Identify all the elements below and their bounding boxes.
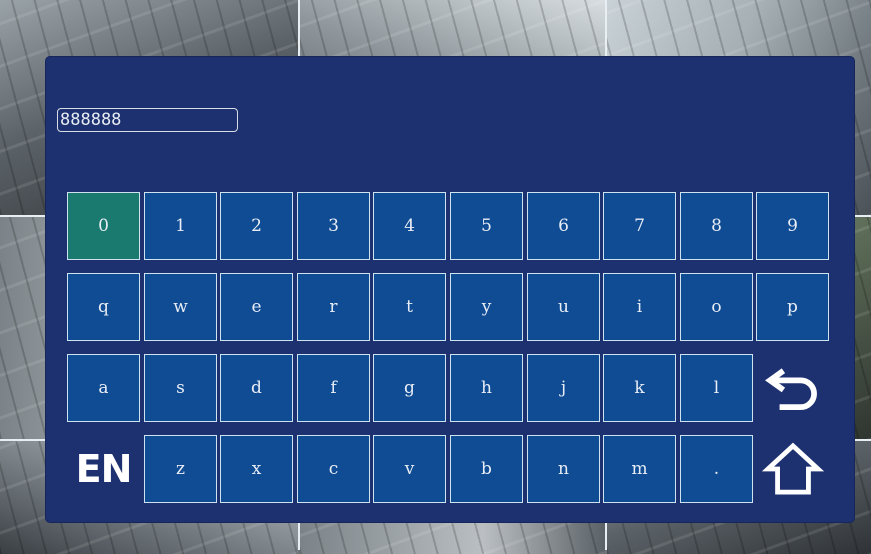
key-c[interactable]: c: [297, 435, 370, 503]
key-4[interactable]: 4: [373, 192, 446, 260]
key-w[interactable]: w: [144, 273, 217, 341]
backspace-button[interactable]: [756, 354, 829, 422]
key-6[interactable]: 6: [527, 192, 600, 260]
key-a[interactable]: a: [67, 354, 140, 422]
key-9[interactable]: 9: [756, 192, 829, 260]
key-3[interactable]: 3: [297, 192, 370, 260]
password-input[interactable]: 888888: [57, 108, 238, 132]
key-s[interactable]: s: [144, 354, 217, 422]
key-m[interactable]: m: [603, 435, 676, 503]
key-period[interactable]: .: [680, 435, 753, 503]
key-y[interactable]: y: [450, 273, 523, 341]
key-d[interactable]: d: [220, 354, 293, 422]
key-k[interactable]: k: [603, 354, 676, 422]
key-t[interactable]: t: [373, 273, 446, 341]
key-5[interactable]: 5: [450, 192, 523, 260]
key-f[interactable]: f: [297, 354, 370, 422]
key-8[interactable]: 8: [680, 192, 753, 260]
key-g[interactable]: g: [373, 354, 446, 422]
key-u[interactable]: u: [527, 273, 600, 341]
key-r[interactable]: r: [297, 273, 370, 341]
key-o[interactable]: o: [680, 273, 753, 341]
key-1[interactable]: 1: [144, 192, 217, 260]
key-2[interactable]: 2: [220, 192, 293, 260]
home-icon: [761, 442, 824, 495]
key-v[interactable]: v: [373, 435, 446, 503]
key-e[interactable]: e: [220, 273, 293, 341]
language-toggle-button[interactable]: EN: [67, 435, 140, 503]
key-n[interactable]: n: [527, 435, 600, 503]
key-i[interactable]: i: [603, 273, 676, 341]
key-h[interactable]: h: [450, 354, 523, 422]
key-l[interactable]: l: [680, 354, 753, 422]
virtual-keyboard-dialog: 888888 0123456789 qwertyuiop asdfghjkl zxcv…: [46, 57, 854, 522]
key-7[interactable]: 7: [603, 192, 676, 260]
key-x[interactable]: x: [220, 435, 293, 503]
key-b[interactable]: b: [450, 435, 523, 503]
key-j[interactable]: j: [527, 354, 600, 422]
return-arrow-icon: [764, 368, 817, 411]
key-q[interactable]: q: [67, 273, 140, 341]
key-0[interactable]: 0: [67, 192, 140, 260]
key-p[interactable]: p: [756, 273, 829, 341]
home-button[interactable]: [756, 435, 829, 503]
key-z[interactable]: z: [144, 435, 217, 503]
